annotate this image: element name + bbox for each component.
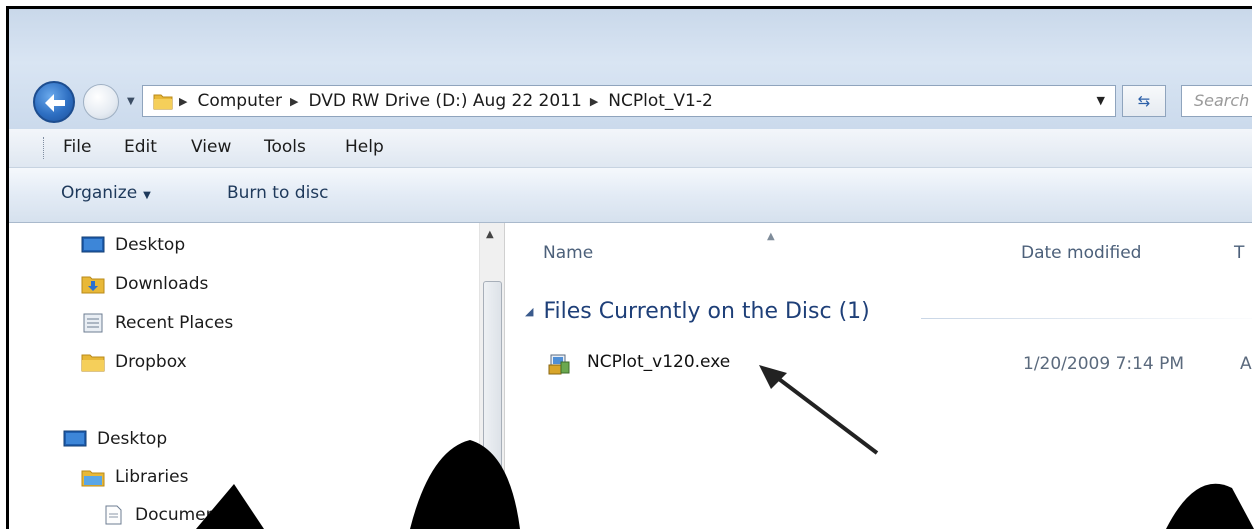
group-title: Files Currently on the Disc (1) [543,299,870,324]
scroll-up-arrow-icon[interactable]: ▲ [486,229,494,240]
sidebar-item-label: Libraries [115,467,189,487]
menu-edit[interactable]: Edit [124,137,157,157]
scroll-thumb[interactable] [483,281,502,529]
sidebar-item-label: Downloads [115,274,209,294]
folder-icon [153,94,173,110]
breadcrumb-dvd-drive[interactable]: DVD RW Drive (D:) Aug 22 2011 [308,91,581,111]
column-header-type[interactable]: T [1234,243,1244,263]
sidebar-item-dropbox[interactable]: Dropbox [81,348,187,376]
libraries-icon [81,470,105,487]
downloads-folder-icon [81,276,105,294]
folder-icon [81,354,105,372]
column-header-name[interactable]: Name [543,243,593,263]
back-arrow-icon [45,94,65,112]
file-row[interactable]: NCPlot_v120.exe 1/20/2009 7:14 PM A [547,349,1252,379]
group-divider [921,318,1252,319]
sidebar-item-documents[interactable]: Documents [101,501,232,529]
menu-file[interactable]: File [63,137,91,157]
menu-view[interactable]: View [191,137,231,157]
breadcrumb: ▶ Computer ▶ DVD RW Drive (D:) Aug 22 20… [179,86,713,116]
search-input[interactable]: Search [1181,85,1252,117]
menu-help[interactable]: Help [345,137,384,157]
breadcrumb-computer[interactable]: Computer [197,91,282,111]
recent-pages-dropdown-icon[interactable]: ▼ [127,96,135,107]
desktop-icon [63,430,87,447]
annotation-arrow [759,365,879,455]
document-icon [105,505,122,525]
sidebar-item-label: Desktop [97,429,168,449]
group-header[interactable]: ◢ Files Currently on the Disc (1) [525,299,870,324]
file-name[interactable]: NCPlot_v120.exe [587,352,730,372]
breadcrumb-separator-icon[interactable]: ▶ [590,95,598,108]
navigation-pane: Desktop Downloads Recent Places Dropbox … [9,223,477,529]
recent-places-icon [83,313,103,333]
refresh-button[interactable]: ⇆ [1122,85,1166,117]
desktop-icon [81,236,105,253]
breadcrumb-separator-icon: ▶ [179,94,188,108]
menu-grip [43,137,47,159]
forward-button[interactable] [83,84,119,120]
sort-indicator-icon: ▲ [767,231,775,242]
burn-to-disc-button[interactable]: Burn to disc [227,183,329,203]
sidebar-item-label: Documents [135,505,232,525]
breadcrumb-separator-icon[interactable]: ▶ [290,95,298,108]
organize-button[interactable]: Organize ▼ [61,183,151,203]
sidebar-item-label: Dropbox [115,352,187,372]
sidebar-item-desktop[interactable]: Desktop [81,231,185,259]
menu-tools[interactable]: Tools [264,137,306,157]
collapse-triangle-icon[interactable]: ◢ [525,305,533,318]
file-type: A [1240,354,1252,374]
sidebar-item-downloads[interactable]: Downloads [81,270,208,298]
explorer-window: ▼ ▶ Computer ▶ DVD RW Drive (D:) Aug 22 … [6,6,1252,529]
organize-label: Organize [61,183,138,203]
breadcrumb-ncplot-folder[interactable]: NCPlot_V1-2 [608,91,713,111]
sidebar-item-label: Desktop [115,235,186,255]
sidebar-item-recent-places[interactable]: Recent Places [81,309,233,337]
grip-icon [488,462,496,471]
sidebar-item-desktop-root[interactable]: Desktop [63,425,167,453]
menu-bar: File Edit View Tools Help [9,129,1252,168]
back-button[interactable] [33,81,75,123]
command-bar: Organize ▼ Burn to disc [9,168,1252,223]
sidebar-item-label: Recent Places [115,313,234,333]
installer-exe-icon [548,354,570,375]
navigation-scrollbar[interactable]: ▲ [479,223,505,529]
chevron-down-icon: ▼ [143,190,151,201]
column-header-date-modified[interactable]: Date modified [1021,243,1141,263]
refresh-icon: ⇆ [1137,92,1151,110]
address-dropdown-icon[interactable]: ▼ [1097,94,1105,107]
file-date-modified: 1/20/2009 7:14 PM [1023,354,1185,374]
sidebar-item-libraries[interactable]: Libraries [81,463,188,491]
address-bar[interactable]: ▶ Computer ▶ DVD RW Drive (D:) Aug 22 20… [142,85,1116,117]
navigation-row: ▼ ▶ Computer ▶ DVD RW Drive (D:) Aug 22 … [9,71,1252,123]
